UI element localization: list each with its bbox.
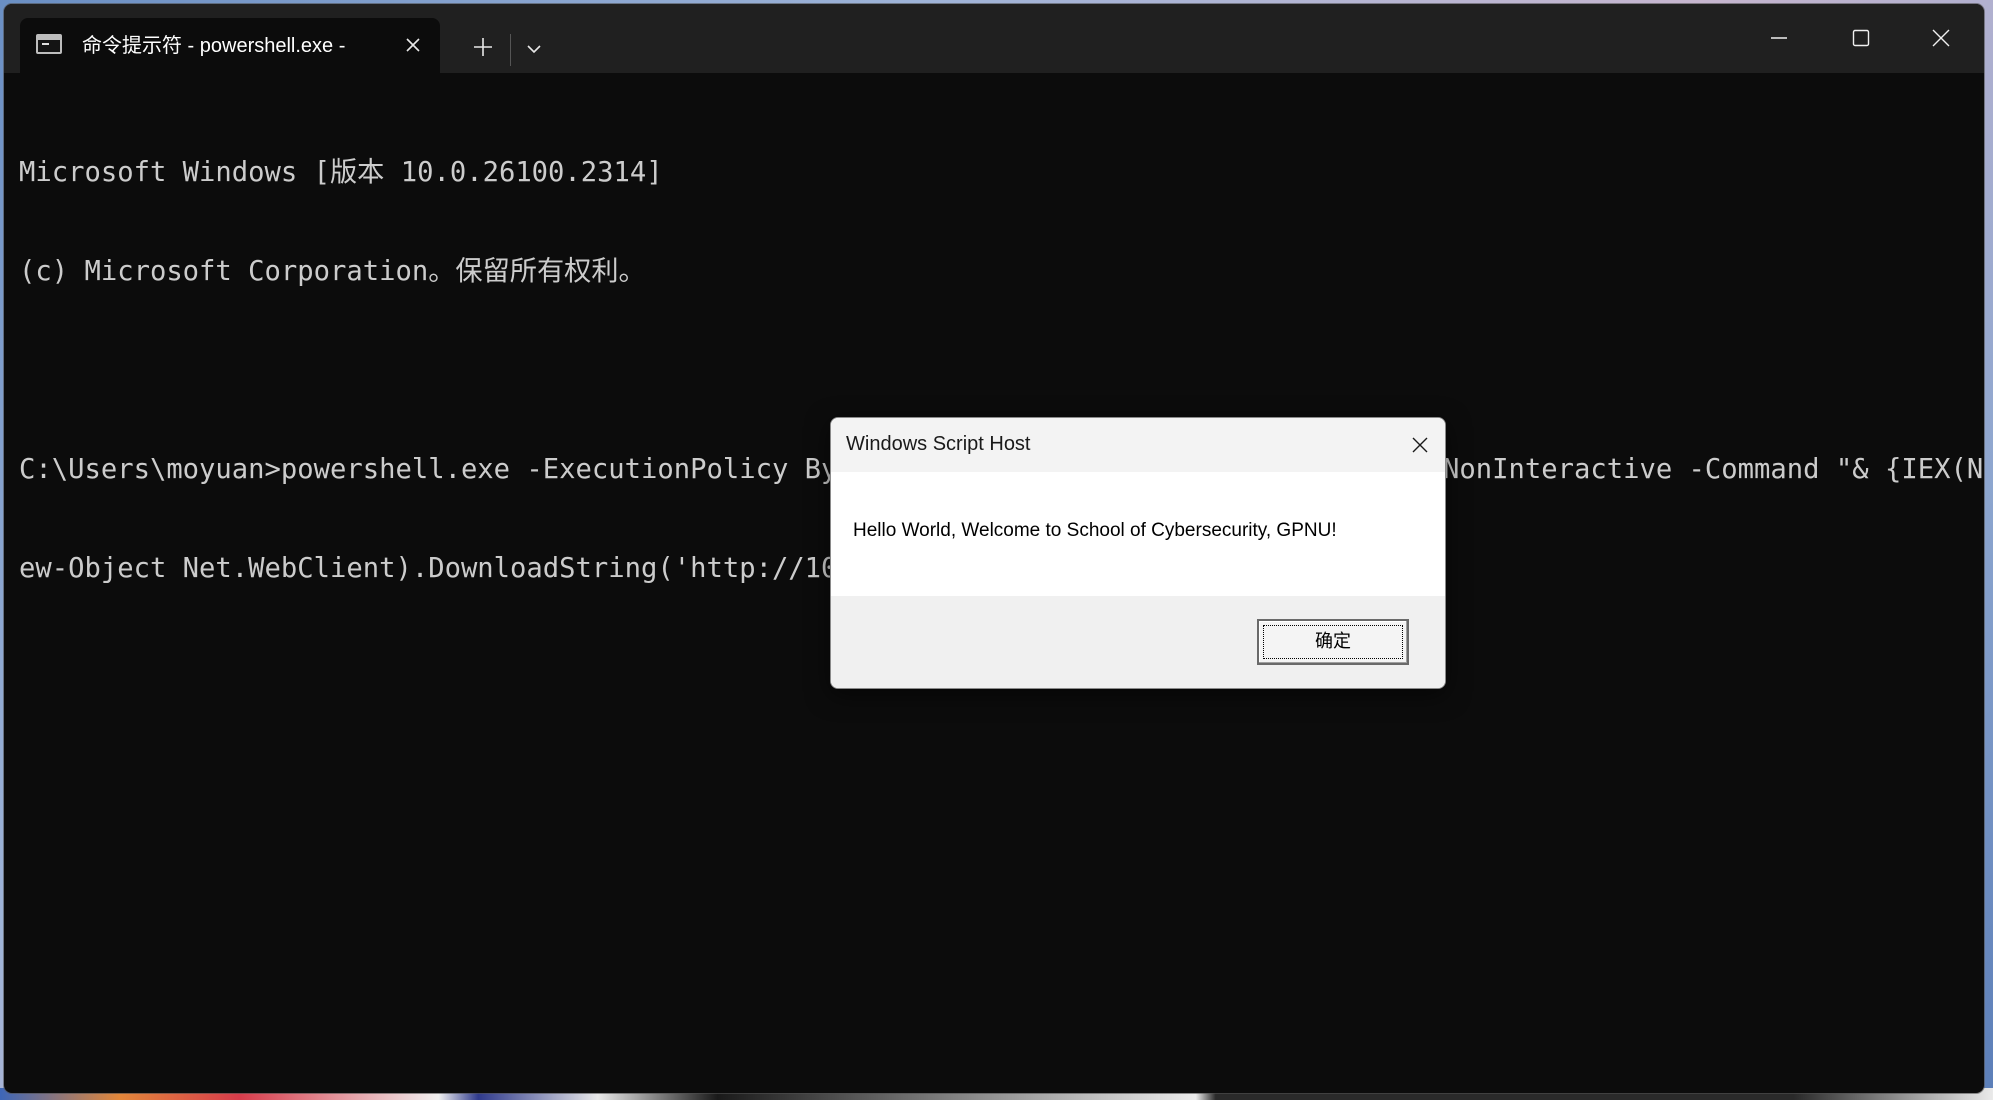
- close-window-button[interactable]: [1918, 20, 1964, 56]
- ok-button-label: 确定: [1315, 631, 1351, 652]
- dialog-body: Hello World, Welcome to School of Cybers…: [831, 472, 1445, 596]
- maximize-button[interactable]: [1838, 20, 1884, 56]
- chevron-down-icon[interactable]: [521, 36, 547, 62]
- message-dialog: Windows Script Host Hello World, Welcome…: [830, 417, 1446, 689]
- ok-button[interactable]: 确定: [1257, 619, 1409, 665]
- dialog-title-bar: Windows Script Host: [831, 418, 1445, 472]
- terminal-icon: [36, 34, 62, 54]
- title-bar: 命令提示符 - powershell.exe -: [4, 4, 1984, 73]
- dialog-title: Windows Script Host: [846, 433, 1031, 455]
- close-tab-icon[interactable]: [400, 32, 426, 58]
- close-icon[interactable]: [1405, 430, 1435, 460]
- tab-separator: [510, 34, 511, 66]
- new-tab-button[interactable]: [466, 32, 500, 66]
- console-line: (c) Microsoft Corporation。保留所有权利。: [19, 256, 646, 287]
- tab-title: 命令提示符 - powershell.exe -: [82, 35, 346, 57]
- console-line: Microsoft Windows [版本 10.0.26100.2314]: [19, 157, 663, 188]
- tab-command-prompt[interactable]: 命令提示符 - powershell.exe -: [20, 18, 440, 73]
- minimize-button[interactable]: [1756, 20, 1802, 56]
- dialog-message: Hello World, Welcome to School of Cybers…: [853, 520, 1337, 541]
- dialog-footer: 确定: [831, 596, 1445, 688]
